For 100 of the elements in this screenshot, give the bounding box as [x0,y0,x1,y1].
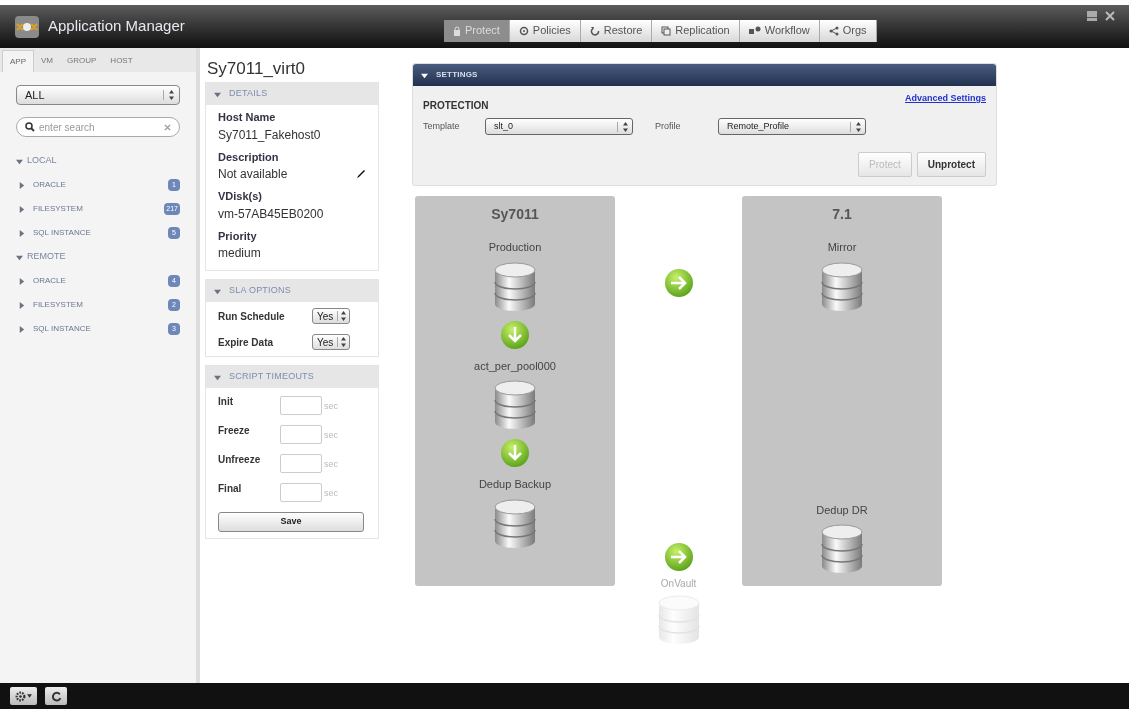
nav-tab[interactable]: Restore [580,19,653,42]
gear-icon [518,25,529,36]
option-select[interactable]: Yes [312,308,351,324]
unit-label: sec [324,458,338,471]
refresh-button[interactable] [45,687,67,705]
template-select[interactable]: slt_0 [485,118,633,135]
panel-title: 7.1 [832,205,852,224]
expanded-caret-icon [214,373,221,381]
timeout-input[interactable] [280,483,322,502]
refresh-icon [50,690,62,702]
timeout-input[interactable] [280,396,322,415]
collapsed-caret-icon [18,229,25,237]
clear-icon[interactable] [164,123,171,131]
expanded-caret-icon [214,90,221,98]
collapsed-caret-icon [18,277,25,285]
lock-icon [453,25,461,36]
share-icon [828,25,839,36]
storage-label: Dedup Backup [478,477,552,492]
settings-menu-button[interactable] [10,687,37,705]
timeout-input[interactable] [280,425,322,444]
option-select[interactable]: Yes [312,334,351,350]
expanded-caret-icon [421,71,428,79]
database-icon [820,261,864,312]
spinner-arrows-icon [340,311,348,321]
profile-select[interactable]: Remote_Profile [718,118,866,135]
option-label: Run Schedule [218,309,286,324]
caret-icon [27,694,32,698]
nav-tab[interactable]: Replication [652,19,740,42]
save-button[interactable]: Save [218,512,364,532]
nav-tab[interactable]: Policies [509,19,581,42]
storage-label: Dedup DR [816,502,868,518]
unit-label: sec [324,400,338,413]
sidebar-tab[interactable]: APP [2,50,34,72]
database-icon [493,498,537,549]
advanced-settings-link[interactable]: Advanced Settings [904,92,986,106]
sidebar-tab[interactable]: VM [34,50,60,72]
collapsed-caret-icon [18,181,25,189]
spinner-arrows-icon [168,90,175,100]
search-input[interactable]: enter search [39,119,149,135]
field-label: Priority [218,228,258,244]
gear-icon [15,690,26,702]
expanded-caret-icon [16,157,23,165]
sidebar-tab[interactable]: HOST [103,50,140,72]
option-label: Expire Data [218,335,275,350]
timeout-label: Init [218,395,234,409]
database-icon [820,524,864,574]
field-value: medium [218,245,261,262]
minimize-icon[interactable] [1087,11,1097,21]
collapsed-caret-icon [18,325,25,333]
expanded-caret-icon [214,287,221,295]
app-title: Application Manager [48,16,186,37]
details-title: Sy7011_virt0 [207,58,306,78]
expanded-caret-icon [16,253,23,261]
section-header[interactable]: SCRIPT TIMEOUTS [206,366,378,388]
field-value: Sy7011_Fakehost0 [218,126,321,144]
spinner-arrows-icon [855,121,862,132]
nav-tab[interactable]: Workflow [739,19,820,42]
collapsed-caret-icon [18,205,25,213]
database-icon [493,380,537,430]
tree-group[interactable]: REMOTE [0,245,196,269]
field-value: Not available [218,166,288,183]
database-icon [493,261,537,312]
section-header[interactable]: DETAILS [206,83,378,105]
action-button[interactable]: Unprotect [916,152,986,177]
nav-tab[interactable]: Orgs [819,19,877,42]
template-label: Template [423,119,461,133]
section-title: PROTECTION [423,99,489,113]
search-field[interactable]: enter search [16,117,180,137]
section-header[interactable]: SLA OPTIONS [206,280,378,302]
panel-title: Sy7011 [491,205,539,224]
workflow-icon [748,25,761,36]
app-logo-icon [14,14,40,39]
field-label: Description [218,149,280,165]
copy-icon [661,25,672,36]
nav-tab[interactable]: Protect [444,19,510,42]
sidebar-tab[interactable]: GROUP [60,50,104,72]
pencil-icon[interactable] [356,169,366,179]
timeout-label: Final [218,482,243,496]
search-icon [25,122,35,132]
spinner-arrows-icon [340,337,348,347]
vault-label: OnVault [660,577,697,591]
filter-select[interactable]: ALL [16,85,180,105]
unit-label: sec [324,429,338,442]
settings-header[interactable]: SETTINGS [413,64,996,86]
undo-icon [589,25,600,36]
database-icon [656,595,701,645]
profile-label: Profile [655,119,682,133]
field-label: VDisk(s) [218,189,264,204]
tree-group[interactable]: LOCAL [0,149,196,173]
timeout-input[interactable] [280,454,322,473]
storage-label: Production [488,240,542,255]
unit-label: sec [324,487,338,500]
storage-label: act_per_pool000 [474,358,556,374]
field-label: Host Name [218,110,277,125]
close-icon[interactable] [1105,11,1115,21]
field-value: vm-57AB45EB0200 [218,205,324,223]
collapsed-caret-icon [18,301,25,309]
timeout-label: Freeze [218,424,251,438]
timeout-label: Unfreeze [218,453,262,467]
spinner-arrows-icon [622,121,629,132]
